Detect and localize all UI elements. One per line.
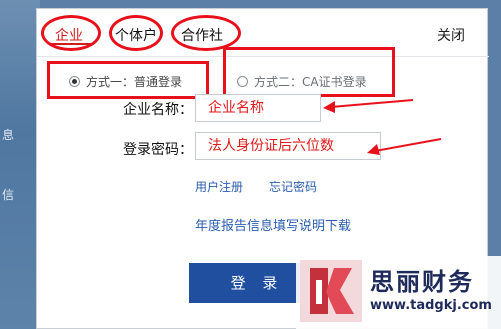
radio-label: 方式二：CA证书登录 xyxy=(254,75,367,89)
company-name-label: 企业名称： xyxy=(123,102,193,118)
background-text: 信 xyxy=(2,188,15,202)
radio-label: 方式一：普通登录 xyxy=(86,75,183,89)
forgot-password-link[interactable]: 忘记密码 xyxy=(269,178,317,195)
tab-cooperative[interactable]: 合作社 xyxy=(181,25,223,45)
tab-individual[interactable]: 个体户 xyxy=(115,25,157,45)
active-tab-indicator xyxy=(51,43,91,45)
radio-normal-login[interactable]: 方式一：普通登录 xyxy=(69,73,182,90)
register-link[interactable]: 用户注册 xyxy=(195,178,243,195)
password-input[interactable] xyxy=(195,132,381,160)
watermark-name: 思丽财务 xyxy=(370,268,474,296)
tab-enterprise[interactable]: 企业 xyxy=(55,25,83,45)
radio-dot xyxy=(237,76,248,87)
watermark-url: www.tadgkj.com xyxy=(370,298,492,313)
annual-report-download-link[interactable]: 年度报告信息填写说明下载 xyxy=(195,215,351,234)
tab-bar: 企业 个体户 合作社 关闭 xyxy=(37,9,489,57)
company-name-input[interactable] xyxy=(195,94,321,122)
watermark: 思丽财务 www.tadgkj.com xyxy=(296,256,501,329)
background-page: 息 信 xyxy=(0,0,40,329)
watermark-logo-icon xyxy=(300,260,362,322)
background-text: 息 xyxy=(2,128,15,142)
radio-ca-login[interactable]: 方式二：CA证书登录 xyxy=(237,73,367,90)
close-button[interactable]: 关闭 xyxy=(437,25,465,45)
radio-dot-selected xyxy=(69,76,80,87)
password-label: 登录密码： xyxy=(123,142,193,158)
